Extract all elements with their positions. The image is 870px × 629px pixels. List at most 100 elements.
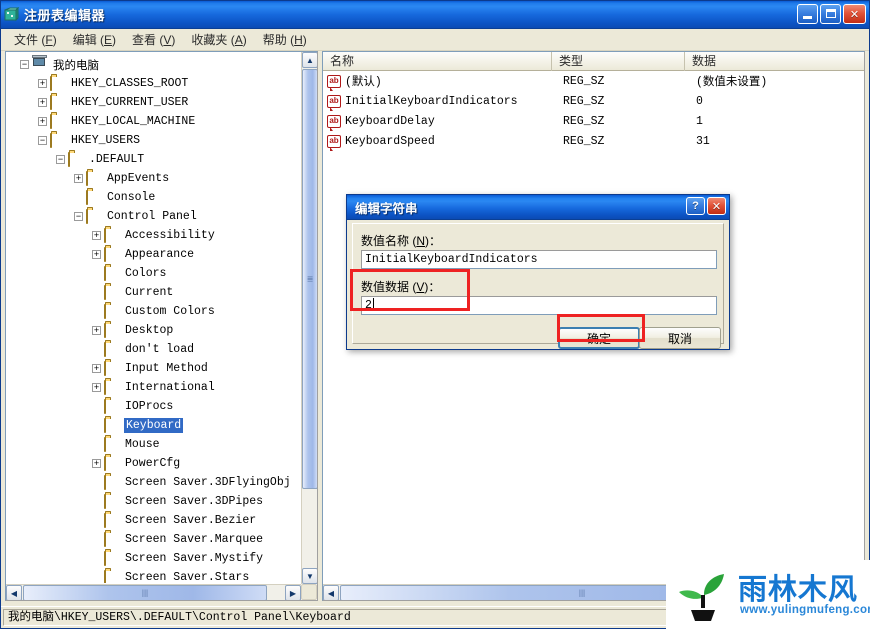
collapse-icon[interactable]: − — [56, 155, 65, 164]
tree-vertical-scroll-thumb[interactable]: ≣ — [302, 69, 317, 489]
string-value-icon: ab — [327, 134, 341, 151]
menu-file[interactable]: 文件 (F) — [7, 29, 66, 51]
column-header-name[interactable]: 名称 — [323, 52, 552, 71]
tree-scroll-left-button[interactable]: ◀ — [6, 585, 22, 600]
tree-scroll-up-button[interactable]: ▲ — [302, 52, 317, 68]
collapse-icon[interactable]: − — [74, 212, 83, 221]
tree-node[interactable]: Screen Saver.3DFlyingObj — [6, 473, 300, 492]
dialog-close-button[interactable]: ✕ — [707, 197, 726, 215]
folder-icon — [104, 455, 120, 471]
value-data-label: 数值数据 (V)： — [361, 280, 441, 294]
tree-node-label: don't load — [125, 343, 195, 356]
tree-node[interactable]: + Input Method — [6, 359, 300, 378]
tree-node[interactable]: + PowerCfg — [6, 454, 300, 473]
tree-node-label: Keyboard — [124, 418, 184, 433]
value-data-input[interactable]: 2 — [361, 296, 717, 315]
value-name-input[interactable]: InitialKeyboardIndicators — [361, 250, 717, 269]
expand-icon[interactable]: + — [92, 231, 101, 240]
tree-node[interactable]: Custom Colors — [6, 302, 300, 321]
tree-node[interactable]: Mouse — [6, 435, 300, 454]
folder-icon — [104, 303, 120, 319]
tree-node-label: Screen Saver.Stars — [125, 571, 250, 583]
tree-node[interactable]: don't load — [6, 340, 300, 359]
close-button[interactable]: ✕ — [843, 4, 866, 24]
expand-icon[interactable]: + — [92, 383, 101, 392]
tree-scroll-right-button[interactable]: ▶ — [285, 585, 301, 600]
tree-node[interactable]: Keyboard — [6, 416, 300, 435]
tree-node[interactable]: Console — [6, 188, 300, 207]
expand-icon[interactable]: + — [38, 79, 47, 88]
expand-icon[interactable]: + — [38, 117, 47, 126]
tree-node-label: Screen Saver.3DPipes — [125, 495, 264, 508]
ok-button[interactable]: 确定 — [558, 327, 640, 349]
tree-node[interactable]: Screen Saver.3DPipes — [6, 492, 300, 511]
expand-icon[interactable]: + — [92, 364, 101, 373]
expand-icon[interactable]: + — [38, 98, 47, 107]
maximize-button[interactable] — [820, 4, 841, 24]
tree-node[interactable]: + Desktop — [6, 321, 300, 340]
collapse-icon[interactable]: − — [38, 136, 47, 145]
tree-scroll-down-button[interactable]: ▼ — [302, 568, 317, 584]
value-row[interactable]: ab KeyboardDelay REG_SZ 1 — [323, 111, 864, 131]
folder-icon — [104, 398, 120, 414]
value-data: 0 — [696, 94, 703, 108]
tree-node-label: Colors — [125, 267, 167, 280]
dialog-titlebar[interactable]: 编辑字符串 ? ✕ — [347, 195, 729, 220]
window-titlebar[interactable]: 注册表编辑器 ✕ — [1, 1, 869, 29]
tree-horizontal-scroll-thumb[interactable]: ||| — [23, 585, 267, 600]
tree-node[interactable]: + Accessibility — [6, 226, 300, 245]
menu-edit[interactable]: 编辑 (E) — [66, 29, 125, 51]
collapse-icon[interactable]: − — [20, 60, 29, 69]
tree-node-label: HKEY_CLASSES_ROOT — [71, 77, 189, 90]
tree-node[interactable]: − HKEY_USERS — [6, 131, 300, 150]
folder-icon — [50, 94, 66, 110]
value-row[interactable]: ab KeyboardSpeed REG_SZ 31 — [323, 131, 864, 151]
tree-node[interactable]: − 我的电脑 — [6, 54, 300, 74]
tree-node-label: Desktop — [125, 324, 174, 337]
tree-horizontal-scrollbar[interactable]: ◀ ||| ▶ — [6, 584, 301, 600]
tree-node[interactable]: Screen Saver.Bezier — [6, 511, 300, 530]
menu-view[interactable]: 查看 (V) — [125, 29, 184, 51]
tree-node[interactable]: − Control Panel — [6, 207, 300, 226]
tree-node[interactable]: + HKEY_CLASSES_ROOT — [6, 74, 300, 93]
expand-icon[interactable]: + — [92, 326, 101, 335]
tree-node-label: Screen Saver.Bezier — [125, 514, 257, 527]
tree-node[interactable]: Screen Saver.Mystify — [6, 549, 300, 568]
minimize-button[interactable] — [797, 4, 818, 24]
tree-vertical-scrollbar[interactable]: ▲ ≣ ▼ — [301, 52, 317, 584]
scrollbar-corner — [301, 584, 317, 600]
tree-node[interactable]: Colors — [6, 264, 300, 283]
tree-node[interactable]: + International — [6, 378, 300, 397]
tree-node[interactable]: + Appearance — [6, 245, 300, 264]
expand-icon[interactable]: + — [92, 250, 101, 259]
tree-node[interactable]: Screen Saver.Marquee — [6, 530, 300, 549]
menu-help[interactable]: 帮助 (H) — [256, 29, 316, 51]
column-header-type[interactable]: 类型 — [552, 52, 685, 71]
folder-icon — [104, 379, 120, 395]
dialog-help-button[interactable]: ? — [686, 197, 705, 215]
tree-node[interactable]: Current — [6, 283, 300, 302]
text-caret — [372, 298, 374, 310]
menu-favorites[interactable]: 收藏夹 (A) — [184, 29, 255, 51]
tree-node[interactable]: + AppEvents — [6, 169, 300, 188]
value-type: REG_SZ — [563, 94, 605, 108]
tree-node-label: Custom Colors — [125, 305, 215, 318]
tree-node[interactable]: IOProcs — [6, 397, 300, 416]
dialog-body: 数值名称 (N)： InitialKeyboardIndicators 数值数据… — [347, 219, 729, 349]
value-row[interactable]: ab InitialKeyboardIndicators REG_SZ 0 — [323, 91, 864, 111]
edit-string-dialog: 编辑字符串 ? ✕ 数值名称 (N)： InitialKeyboardIndic… — [346, 194, 730, 350]
value-row[interactable]: ab (默认) REG_SZ (数值未设置) — [323, 71, 864, 91]
cancel-button[interactable]: 取消 — [639, 327, 721, 349]
tree-node[interactable]: Screen Saver.Stars — [6, 568, 300, 583]
tree-node-label: PowerCfg — [125, 457, 181, 470]
values-scroll-left-button[interactable]: ◀ — [323, 585, 339, 600]
menubar: 文件 (F) 编辑 (E) 查看 (V) 收藏夹 (A) 帮助 (H) — [1, 29, 869, 51]
tree-node[interactable]: − .DEFAULT — [6, 150, 300, 169]
registry-tree[interactable]: − 我的电脑 + HKEY_CLASSES_ROOT + HKEY_CURRENT_USE… — [6, 52, 300, 583]
column-header-data[interactable]: 数据 — [685, 52, 864, 71]
tree-node[interactable]: + HKEY_CURRENT_USER — [6, 93, 300, 112]
tree-node-label: Mouse — [125, 438, 160, 451]
expand-icon[interactable]: + — [74, 174, 83, 183]
tree-node[interactable]: + HKEY_LOCAL_MACHINE — [6, 112, 300, 131]
expand-icon[interactable]: + — [92, 459, 101, 468]
